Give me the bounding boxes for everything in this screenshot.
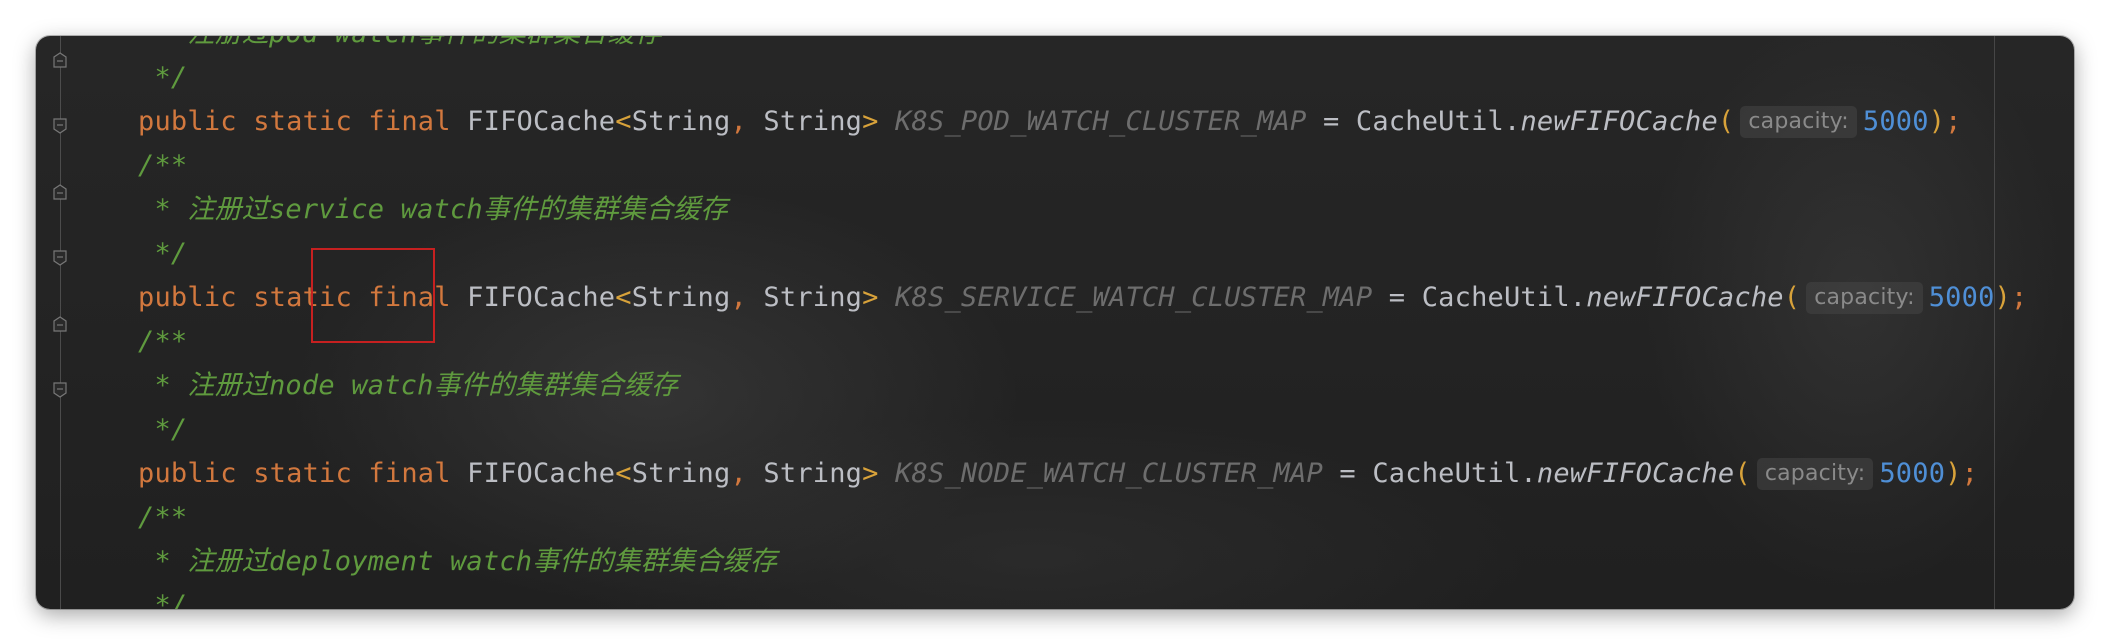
angle-bracket: > [862, 106, 879, 137]
method-call: newFIFOCache [1586, 282, 1784, 313]
class-ref: CacheUtil. [1355, 106, 1521, 137]
paren: ) [1928, 106, 1946, 137]
number-literal: 5000 [1928, 282, 1995, 313]
parameter-hint: capacity: [1756, 458, 1874, 490]
class-ref: CacheUtil. [1421, 282, 1587, 313]
keyword: final [368, 458, 451, 489]
comma: , [730, 282, 747, 313]
field-declaration-line: public static final FIFOCache<String, St… [138, 452, 1978, 496]
doc-comment-line: /** [138, 150, 188, 181]
angle-bracket: > [862, 282, 879, 313]
paren: ) [1945, 458, 1962, 489]
number-literal: 5000 [1879, 458, 1946, 489]
keyword: public [138, 458, 237, 489]
type-arg: String [763, 458, 863, 489]
parameter-hint: capacity: [1740, 106, 1857, 138]
keyword: static [253, 106, 352, 137]
angle-bracket: < [615, 106, 632, 137]
doc-comment-line: */ [138, 414, 188, 445]
semicolon: ; [1945, 106, 1962, 137]
doc-comment-line: * 注册过node watch事件的集群集合缓存 [138, 370, 679, 401]
type-name: FIFOCache [467, 282, 616, 313]
paren: ) [1994, 282, 2011, 313]
doc-comment-line: /** [138, 326, 188, 357]
method-call: newFIFOCache [1536, 458, 1735, 489]
angle-bracket: < [615, 458, 632, 489]
code-editor-window[interactable]: * 注册过pod watch事件的集群集合缓存 */ public static… [36, 36, 2074, 609]
doc-comment-line: */ [138, 590, 188, 609]
assign-operator: = [1388, 282, 1406, 313]
doc-comment-line: /** [138, 502, 188, 533]
comma: , [730, 106, 747, 137]
doc-comment-line: * 注册过pod watch事件的集群集合缓存 [138, 36, 662, 56]
comma: , [730, 458, 747, 489]
keyword: final [368, 106, 451, 137]
assign-operator: = [1322, 106, 1340, 137]
paren: ( [1734, 458, 1751, 489]
paren: ( [1717, 106, 1735, 137]
keyword: public [138, 282, 237, 313]
type-arg: String [631, 106, 731, 137]
type-arg: String [763, 106, 863, 137]
paren: ( [1783, 282, 1801, 313]
type-name: FIFOCache [467, 458, 616, 489]
method-call: newFIFOCache [1520, 106, 1718, 137]
doc-comment-line: */ [138, 62, 188, 93]
angle-bracket: > [862, 458, 879, 489]
constant-name: K8S_NODE_WATCH_CLUSTER_MAP [895, 458, 1323, 489]
keyword: static [253, 458, 352, 489]
field-declaration-line: public static final FIFOCache<String, St… [138, 100, 1962, 144]
keyword: public [138, 106, 237, 137]
doc-comment-line: */ [138, 238, 188, 269]
constant-name: K8S_SERVICE_WATCH_CLUSTER_MAP [895, 282, 1373, 313]
type-arg: String [631, 282, 731, 313]
semicolon: ; [2011, 282, 2028, 313]
type-arg: String [631, 458, 731, 489]
type-name: FIFOCache [467, 106, 616, 137]
angle-bracket: < [615, 282, 632, 313]
annotation-highlight-box [311, 248, 435, 343]
doc-comment-line: * 注册过service watch事件的集群集合缓存 [138, 194, 728, 225]
assign-operator: = [1339, 458, 1356, 489]
semicolon: ; [1961, 458, 1979, 489]
number-literal: 5000 [1862, 106, 1929, 137]
doc-comment-line: * 注册过deployment watch事件的集群集合缓存 [138, 546, 778, 577]
class-ref: CacheUtil. [1372, 458, 1537, 489]
parameter-hint: capacity: [1806, 282, 1923, 314]
type-arg: String [763, 282, 863, 313]
constant-name: K8S_POD_WATCH_CLUSTER_MAP [895, 106, 1307, 137]
